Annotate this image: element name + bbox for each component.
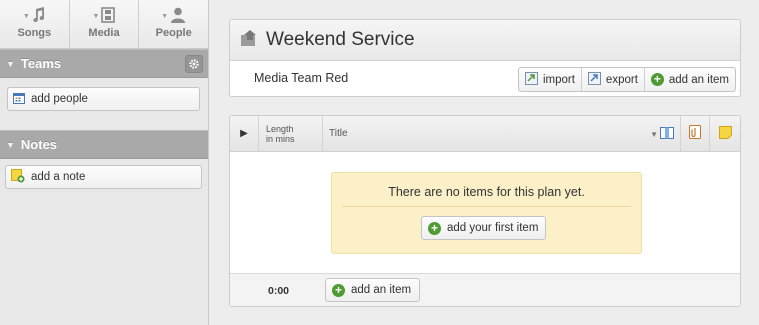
film-icon: [101, 6, 116, 26]
caret-icon: ▼: [92, 12, 100, 20]
calendar-people-icon: [13, 92, 25, 107]
add-first-item-button[interactable]: + add your first item: [421, 216, 547, 240]
play-triangle-icon: ▶: [240, 128, 248, 139]
add-first-item-label: add your first item: [447, 222, 539, 234]
tab-media-label: Media: [88, 27, 120, 39]
length-column-header: Length in mins: [259, 116, 323, 151]
plan-title-bar: Weekend Service: [230, 20, 740, 61]
add-note-button[interactable]: add a note: [5, 165, 202, 189]
add-item-footer-button[interactable]: + add an item: [325, 278, 421, 302]
add-item-footer-label: add an item: [351, 284, 412, 296]
add-people-label: add people: [31, 93, 88, 105]
total-length: 0:00: [268, 285, 290, 297]
teams-section-header[interactable]: ▼ Teams: [0, 49, 208, 78]
notes-column-header[interactable]: [710, 116, 740, 151]
plan-header-panel: Weekend Service Media Team Red import ex…: [229, 19, 741, 97]
chevron-down-icon: ▼: [650, 130, 658, 139]
tab-songs-label: Songs: [17, 27, 52, 39]
plan-export-icon: [240, 29, 260, 52]
add-note-label: add a note: [31, 171, 86, 183]
collapse-triangle-icon: ▼: [6, 139, 15, 150]
add-note-icon: [11, 168, 25, 186]
gear-icon[interactable]: [185, 55, 203, 73]
add-item-header-button[interactable]: + add an item: [645, 68, 735, 91]
items-table-footer: 0:00 + add an item: [230, 273, 740, 306]
sidebar-tabbar: ▼ Songs ▼ Media ▼ People: [0, 0, 208, 49]
items-table-header: ▶ Length in mins Title ▼: [230, 116, 740, 152]
plus-circle-icon: +: [428, 221, 441, 235]
export-icon: [587, 71, 601, 88]
columns-icon: [660, 127, 674, 142]
title-column-header: Title ▼: [323, 116, 681, 151]
tab-people[interactable]: ▼ People: [139, 0, 208, 48]
add-people-button[interactable]: add people: [7, 87, 200, 111]
plan-items-panel: ▶ Length in mins Title ▼ There are no it…: [229, 115, 741, 307]
tab-people-label: People: [155, 27, 192, 39]
export-label: export: [605, 73, 638, 86]
plus-circle-icon: +: [332, 283, 345, 297]
caret-icon: ▼: [22, 12, 30, 20]
teams-title: Teams: [20, 56, 62, 71]
title-header-label: Title: [329, 128, 348, 139]
caret-icon: ▼: [161, 12, 169, 20]
empty-items-message: There are no items for this plan yet.: [342, 185, 631, 207]
person-icon: [170, 7, 186, 26]
column-chooser[interactable]: ▼: [650, 127, 674, 142]
play-column-header[interactable]: ▶: [230, 116, 259, 151]
import-icon: [524, 71, 538, 88]
plan-title: Weekend Service: [266, 29, 415, 50]
notes-title: Notes: [20, 137, 58, 152]
tab-media[interactable]: ▼ Media: [70, 0, 140, 48]
length-header-line2: in mins: [266, 133, 295, 144]
plus-circle-icon: +: [650, 73, 664, 86]
paperclip-icon: [689, 125, 701, 142]
note-icon: [718, 125, 732, 142]
export-button[interactable]: export: [582, 68, 645, 91]
length-header-line1: Length: [266, 123, 294, 134]
collapse-triangle-icon: ▼: [6, 58, 15, 69]
add-item-header-label: add an item: [668, 73, 729, 86]
plan-action-group: import export + add an item: [517, 67, 736, 92]
music-note-icon: [32, 6, 46, 26]
import-label: import: [542, 73, 575, 86]
team-name: Media Team Red: [254, 71, 349, 85]
attachments-column-header[interactable]: [681, 116, 710, 151]
tab-songs[interactable]: ▼ Songs: [0, 0, 70, 48]
empty-items-notice: There are no items for this plan yet. + …: [331, 172, 642, 254]
notes-section-header[interactable]: ▼ Notes: [0, 130, 208, 159]
import-button[interactable]: import: [519, 68, 582, 91]
sidebar: ▼ Songs ▼ Media ▼ People ▼ Teams add peo…: [0, 0, 209, 325]
